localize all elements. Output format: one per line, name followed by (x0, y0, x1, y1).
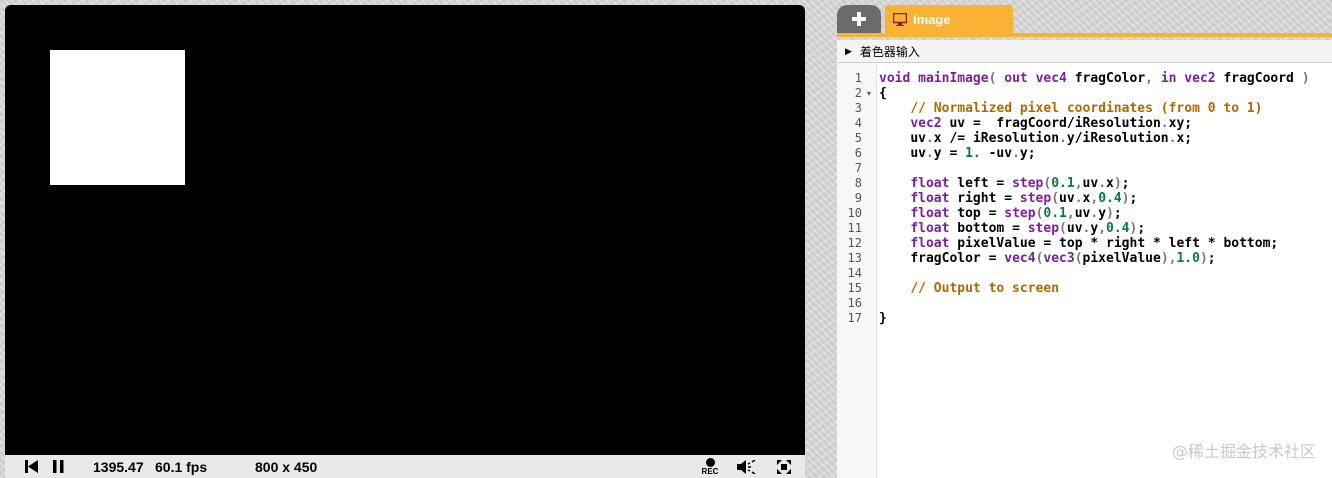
line-number: 5 (854, 131, 862, 145)
fullscreen-icon[interactable] (777, 455, 793, 478)
line-number: 15 (847, 281, 862, 295)
line-number: 3 (854, 101, 862, 115)
code-line[interactable] (879, 296, 1329, 311)
code-line[interactable] (879, 161, 1329, 176)
shader-player: 1395.47 60.1 fps 800 x 450 REC (5, 5, 805, 478)
code-line[interactable] (879, 266, 1329, 281)
line-number: 10 (847, 206, 862, 220)
shader-canvas[interactable] (5, 5, 805, 455)
code-line[interactable]: float right = step(uv.x,0.4); (879, 191, 1329, 206)
tab-image-label: Image (913, 11, 951, 27)
add-tab-button[interactable] (837, 5, 881, 33)
pause-icon[interactable] (53, 455, 67, 478)
tab-underline (837, 33, 1332, 37)
code-line[interactable]: // Normalized pixel coordinates (from 0 … (879, 101, 1329, 116)
volume-icon[interactable] (737, 455, 757, 478)
plus-icon (852, 12, 866, 26)
code-line[interactable]: float pixelValue = top * right * left * … (879, 236, 1329, 251)
line-number: 8 (854, 176, 862, 190)
shader-inputs-toggle[interactable]: ▶ 着色器输入 (837, 40, 1332, 63)
player-controls-bar: 1395.47 60.1 fps 800 x 450 REC (5, 455, 805, 478)
triangle-right-icon: ▶ (845, 45, 852, 56)
code-line[interactable]: // Output to screen (879, 281, 1329, 296)
code-line[interactable]: fragColor = vec4(vec3(pixelValue),1.0); (879, 251, 1329, 266)
record-button[interactable]: REC (699, 455, 721, 478)
fps-readout: 60.1 fps (155, 458, 208, 475)
code-line[interactable]: void mainImage( out vec4 fragColor, in v… (879, 71, 1329, 86)
record-icon (705, 457, 715, 467)
line-number: 11 (847, 221, 862, 235)
code-line[interactable]: { (879, 86, 1329, 101)
line-number: 17 (847, 311, 862, 325)
code-line[interactable]: float left = step(0.1,uv.x); (879, 176, 1329, 191)
rewind-icon[interactable] (25, 455, 39, 478)
code-line[interactable]: float bottom = step(uv.y,0.4); (879, 221, 1329, 236)
line-number-gutter: 1 2 ▾ 3 4 5 6 7 8 9 10 11 12 13 14 15 16 17 (837, 63, 877, 478)
line-number: 14 (847, 266, 862, 280)
code-area[interactable]: void mainImage( out vec4 fragColor, in v… (879, 71, 1329, 326)
line-number: 16 (847, 296, 862, 310)
code-line[interactable]: } (879, 311, 1329, 326)
line-number: 4 (854, 116, 862, 130)
line-number: 13 (847, 251, 862, 265)
watermark: @稀土掘金技术社区 (1171, 442, 1316, 461)
fold-arrow-icon[interactable]: ▾ (867, 89, 871, 98)
monitor-icon (893, 12, 907, 26)
code-line[interactable]: uv.y = 1. -uv.y; (879, 146, 1329, 161)
code-line[interactable]: vec2 uv = fragCoord/iResolution.xy; (879, 116, 1329, 131)
line-number: 7 (854, 161, 862, 175)
shader-inputs-label: 着色器输入 (859, 44, 920, 59)
line-number: 9 (854, 191, 862, 205)
time-readout: 1395.47 (93, 458, 144, 475)
line-number: 6 (854, 146, 862, 160)
code-line[interactable]: float top = step(0.1,uv.y); (879, 206, 1329, 221)
line-number: 2 (854, 86, 862, 100)
line-number: 1 (854, 71, 862, 85)
code-editor[interactable]: 1 2 ▾ 3 4 5 6 7 8 9 10 11 12 13 14 15 16 17 void mainImag… (837, 63, 1332, 478)
rendered-white-square (50, 50, 185, 185)
tab-image[interactable]: Image (885, 5, 1013, 33)
record-label: REC (701, 466, 719, 476)
editor-tab-bar: Image (837, 5, 1332, 36)
code-line[interactable]: uv.x /= iResolution.y/iResolution.x; (879, 131, 1329, 146)
line-number: 12 (847, 236, 862, 250)
resolution-readout: 800 x 450 (255, 458, 318, 475)
